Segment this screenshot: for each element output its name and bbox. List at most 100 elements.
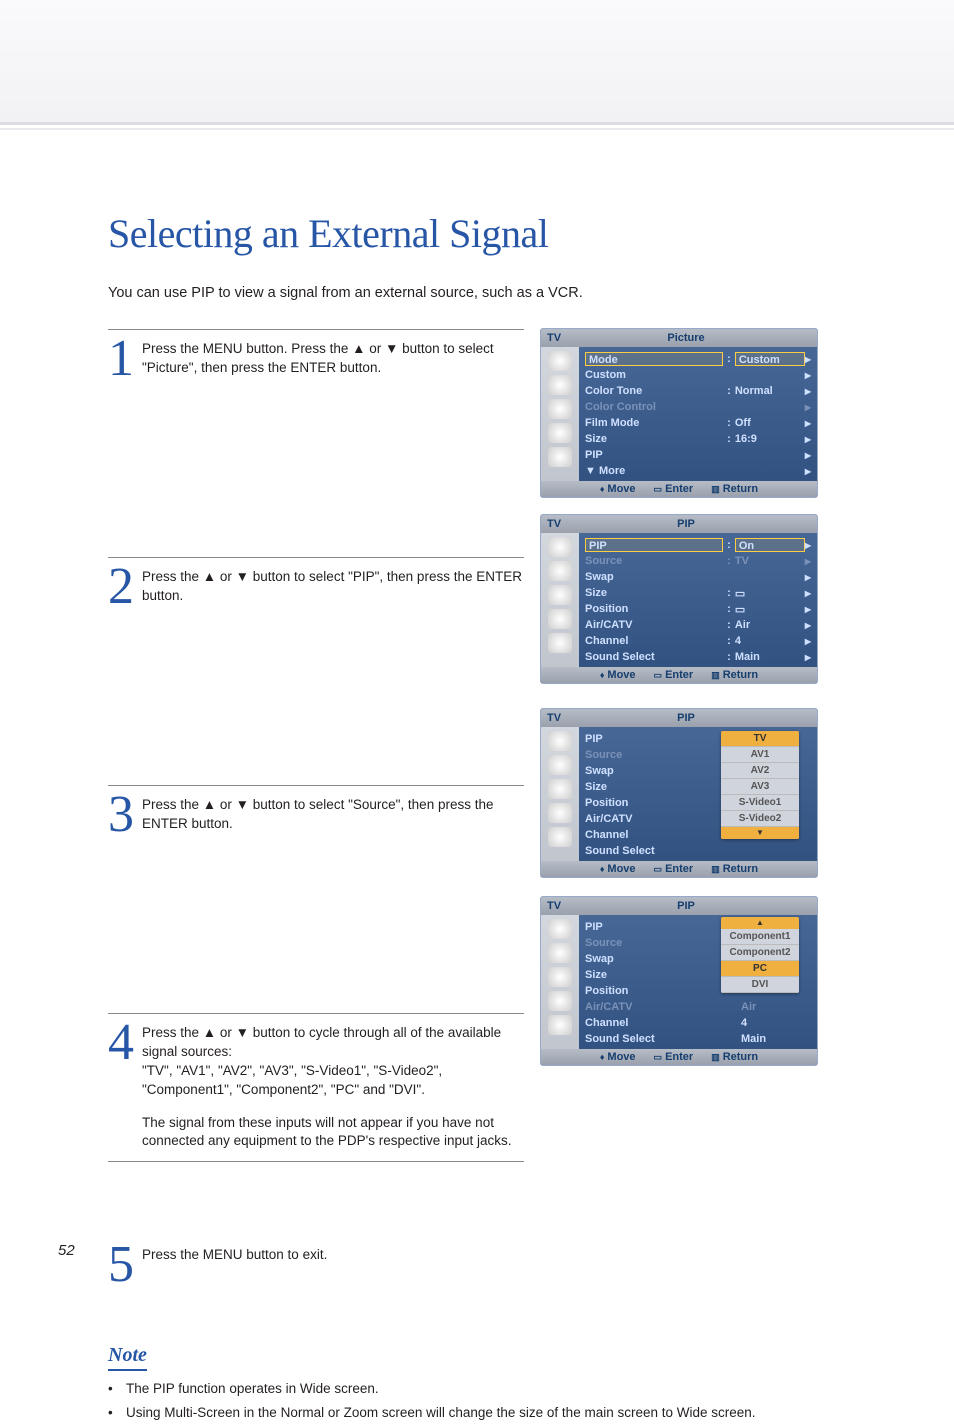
osd-row-label: Sound Select	[585, 651, 723, 663]
arrow-right-icon: ▶	[805, 541, 811, 550]
osd-tv-label: TV	[547, 712, 561, 724]
dropdown-option[interactable]: TV	[721, 731, 799, 747]
return-icon: ▥	[711, 1052, 720, 1063]
osd-move: Move	[607, 863, 635, 875]
osd-row-label: Channel	[585, 829, 733, 841]
osd-row[interactable]: PIP:On▶	[585, 537, 811, 553]
osd-row-label: PIP	[585, 538, 723, 552]
arrow-right-icon: ▶	[805, 605, 811, 614]
arrow-right-icon: ▶	[805, 403, 811, 412]
osd-row[interactable]: Custom▶	[585, 367, 811, 383]
osd-row-label: Custom	[585, 369, 805, 381]
note-bullet: Using Multi-Screen in the Normal or Zoom…	[126, 1403, 756, 1423]
osd-title: PIP	[561, 712, 811, 724]
dropdown-option[interactable]: S-Video2	[721, 811, 799, 827]
osd-row-label: Size	[585, 969, 733, 981]
osd-row-value: ▭	[735, 587, 805, 600]
dropdown-option[interactable]: DVI	[721, 977, 799, 993]
osd-row[interactable]: Sound Select	[585, 843, 811, 859]
dropdown-option[interactable]: Component1	[721, 929, 799, 945]
osd-row-value: 4	[735, 635, 805, 647]
osd-row[interactable]: Swap▶	[585, 569, 811, 585]
osd-row-label: Size	[585, 433, 723, 445]
step-text: Press the MENU button. Press the ▲ or ▼ …	[142, 336, 524, 378]
arrow-down-icon[interactable]: ▼	[721, 827, 799, 839]
header-separator	[0, 128, 954, 130]
dropdown-option[interactable]: S-Video1	[721, 795, 799, 811]
osd-row-label: PIP	[585, 449, 805, 461]
note-list: •The PIP function operates in Wide scree…	[108, 1379, 842, 1424]
move-icon: ♦	[600, 484, 605, 494]
osd-row-label: Sound Select	[585, 845, 733, 857]
osd-row-label: Air/CATV	[585, 813, 733, 825]
step-number: 5	[108, 1242, 142, 1289]
arrow-right-icon: ▶	[805, 573, 811, 582]
osd-row-label: Swap	[585, 765, 733, 777]
osd-row-label: Size	[585, 781, 733, 793]
step-1: 1 Press the MENU button. Press the ▲ or …	[108, 329, 524, 383]
osd-row[interactable]: Film Mode:Off▶	[585, 415, 811, 431]
arrow-up-icon[interactable]: ▲	[721, 917, 799, 929]
osd-row-label: Size	[585, 587, 723, 599]
source-dropdown[interactable]: TVAV1AV2AV3S-Video1S-Video2▼	[721, 731, 799, 839]
osd-row-label: Source	[585, 555, 723, 567]
arrow-right-icon: ▶	[805, 621, 811, 630]
osd-row[interactable]: Color Tone:Normal▶	[585, 383, 811, 399]
osd-move: Move	[607, 1051, 635, 1063]
osd-row-label: Sound Select	[585, 1033, 733, 1045]
osd-move: Move	[607, 669, 635, 681]
osd-row-label: Source	[585, 749, 733, 761]
osd-enter: Enter	[665, 669, 693, 681]
step-number: 4	[108, 1020, 142, 1067]
osd-enter: Enter	[665, 863, 693, 875]
osd-row-value: Custom	[735, 352, 805, 366]
osd-row[interactable]: Mode:Custom▶	[585, 351, 811, 367]
osd-row[interactable]: Source:TV▶	[585, 553, 811, 569]
osd-row-label: PIP	[585, 733, 733, 745]
note-heading: Note	[108, 1344, 147, 1371]
enter-icon: ▭	[654, 864, 663, 875]
osd-row-label: Position	[585, 797, 733, 809]
move-icon: ♦	[600, 864, 605, 874]
osd-row-value: Main	[741, 1033, 811, 1045]
page-title: Selecting an External Signal	[108, 210, 842, 257]
step-2: 2 Press the ▲ or ▼ button to select "PIP…	[108, 557, 524, 611]
osd-row-value: ▭	[735, 603, 805, 616]
dropdown-option[interactable]: AV1	[721, 747, 799, 763]
osd-pip-source-top: TVPIP PIPSourceSwapSizePositionAir/CATVC…	[540, 708, 818, 878]
osd-row[interactable]: Color Control▶	[585, 399, 811, 415]
dropdown-option[interactable]: PC	[721, 961, 799, 977]
note-bullet: The PIP function operates in Wide screen…	[126, 1379, 379, 1399]
step-text: Press the ▲ or ▼ button to select "PIP",…	[142, 564, 524, 606]
osd-row[interactable]: Air/CATV:Air▶	[585, 617, 811, 633]
arrow-right-icon: ▶	[805, 435, 811, 444]
osd-row[interactable]: PIP▶	[585, 447, 811, 463]
enter-icon: ▭	[654, 1052, 663, 1063]
osd-row[interactable]: Channel4	[585, 1015, 811, 1031]
osd-row[interactable]: Size:16:9▶	[585, 431, 811, 447]
osd-row[interactable]: Position:▭▶	[585, 601, 811, 617]
osd-return: Return	[723, 863, 758, 875]
step-4-extra: The signal from these inputs will not ap…	[108, 1114, 524, 1152]
osd-row-label: Film Mode	[585, 417, 723, 429]
osd-enter: Enter	[665, 483, 693, 495]
osd-row[interactable]: Size:▭▶	[585, 585, 811, 601]
step-text: Press the MENU button to exit.	[142, 1242, 327, 1265]
osd-row[interactable]: Air/CATVAir	[585, 999, 811, 1015]
osd-pip-source-bottom: TVPIP PIPSourceSwapSizePositionAir/CATVA…	[540, 896, 818, 1066]
osd-row[interactable]: Sound Select:Main▶	[585, 649, 811, 665]
osd-tv-label: TV	[547, 518, 561, 530]
osd-pip: TV PIP PIP:On▶Source:TV▶Swap▶Size:▭▶Posit…	[540, 514, 818, 684]
osd-row-value: On	[735, 538, 805, 552]
source-dropdown[interactable]: ▲Component1Component2PCDVI	[721, 917, 799, 993]
return-icon: ▥	[711, 670, 720, 681]
osd-row-value: 16:9	[735, 433, 805, 445]
osd-row[interactable]: Channel:4▶	[585, 633, 811, 649]
osd-row[interactable]: Sound Select Main	[585, 1031, 811, 1047]
dropdown-option[interactable]: AV3	[721, 779, 799, 795]
osd-row[interactable]: ▼ More▶	[585, 463, 811, 479]
dropdown-option[interactable]: AV2	[721, 763, 799, 779]
arrow-right-icon: ▶	[805, 387, 811, 396]
dropdown-option[interactable]: Component2	[721, 945, 799, 961]
arrow-right-icon: ▶	[805, 653, 811, 662]
